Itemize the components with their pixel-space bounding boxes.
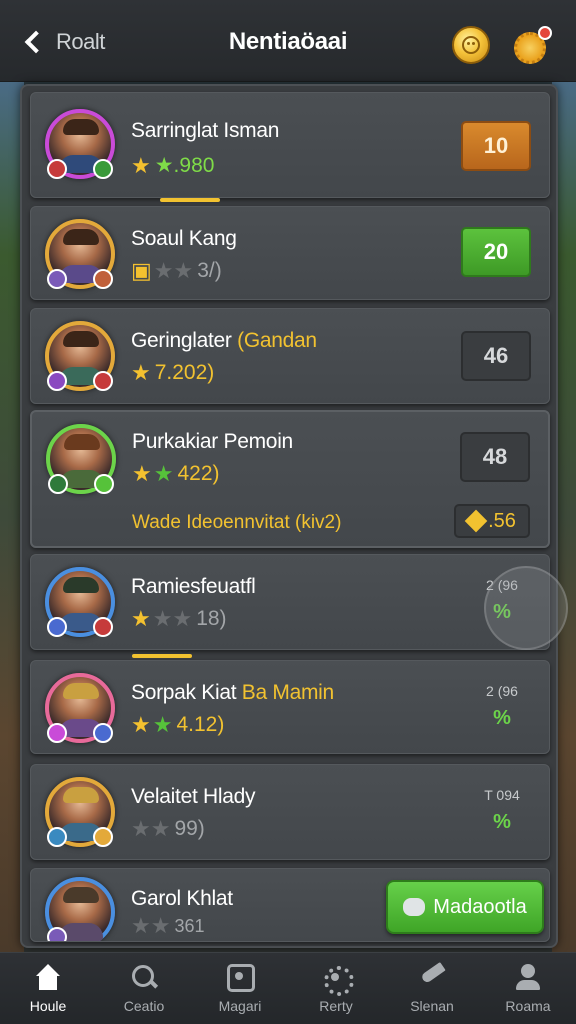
player-name: Velaitet Hlady bbox=[131, 785, 256, 808]
player-rating: ★ ★★ 18) bbox=[131, 606, 227, 631]
avatar bbox=[45, 321, 115, 391]
star-icon: ★ bbox=[131, 152, 151, 178]
nav-social[interactable]: Slenan bbox=[384, 953, 480, 1024]
player-detail: Wade Ideoennvitat (kiv2) bbox=[132, 512, 342, 533]
star-icon: ★ bbox=[153, 461, 174, 486]
party-icon bbox=[321, 964, 354, 996]
player-rating: ★ ★.980 bbox=[131, 152, 215, 178]
star-icon: ★★ bbox=[153, 258, 194, 283]
nav-party[interactable]: Rerty bbox=[288, 953, 384, 1024]
coin-icon[interactable] bbox=[452, 26, 490, 64]
nav-home[interactable]: Houle bbox=[0, 953, 96, 1024]
player-name: Purkakiar Pemoin bbox=[132, 430, 293, 453]
avatar bbox=[45, 877, 115, 941]
floating-scroll-handle[interactable] bbox=[484, 566, 568, 650]
nav-match[interactable]: Magari bbox=[192, 953, 288, 1024]
player-name: Sorpak Kiat Ba Mamin bbox=[131, 681, 334, 704]
rank-badge-icon bbox=[47, 269, 67, 289]
gem-icon bbox=[464, 509, 488, 533]
top-bar: Roalt Nentiaöaai bbox=[0, 0, 576, 82]
score-badge[interactable]: 46 bbox=[461, 331, 531, 381]
score-badge[interactable]: 10 bbox=[461, 121, 531, 171]
home-icon bbox=[33, 963, 63, 992]
list-item[interactable]: Sarringlat Isman ★ ★.980 10 bbox=[30, 92, 550, 198]
avatar bbox=[45, 673, 115, 743]
status-badge-icon bbox=[94, 474, 114, 494]
player-list: Sarringlat Isman ★ ★.980 10 Soaul Kang ▣… bbox=[20, 84, 558, 948]
player-name: Garol Khlat bbox=[131, 887, 233, 910]
star-icon: ★★ bbox=[131, 913, 171, 938]
player-name: Ramiesfeuatfl bbox=[131, 575, 256, 598]
list-item[interactable]: Soaul Kang ▣ ★★ 3/) 20 bbox=[30, 206, 550, 300]
chest-icon: ▣ bbox=[131, 258, 152, 283]
side-stat: T 094% bbox=[484, 787, 520, 833]
avatar bbox=[45, 109, 115, 179]
search-icon bbox=[129, 964, 159, 992]
player-rating: ▣ ★★ 3/) bbox=[131, 258, 222, 283]
player-rating: ★ 7.202) bbox=[131, 360, 215, 385]
avatar bbox=[45, 777, 115, 847]
player-rating: ★★ 361 bbox=[131, 913, 205, 938]
list-item-expanded[interactable]: Purkakiar Pemoin ★ ★ 422) 48 Wade Ideoen… bbox=[30, 410, 550, 548]
star-icon: ★ bbox=[152, 712, 173, 737]
star-icon: ★★ bbox=[131, 816, 171, 841]
status-badge-icon bbox=[93, 269, 113, 289]
profile-icon bbox=[513, 963, 543, 992]
nav-search[interactable]: Ceatio bbox=[96, 953, 192, 1024]
rank-badge-icon bbox=[47, 617, 67, 637]
star-icon: ★ bbox=[132, 461, 152, 486]
chat-icon bbox=[403, 898, 426, 916]
gem-reward[interactable]: .56 bbox=[454, 504, 530, 538]
rank-badge-icon bbox=[47, 827, 67, 847]
selection-indicator bbox=[132, 654, 192, 658]
list-item[interactable]: Sorpak Kiat Ba Mamin ★ ★ 4.12) 2 (96% bbox=[30, 660, 550, 754]
score-badge[interactable]: 48 bbox=[460, 432, 530, 482]
status-badge-icon bbox=[93, 723, 113, 743]
message-button[interactable]: Madaootla bbox=[386, 880, 544, 934]
settings-icon[interactable] bbox=[512, 26, 552, 66]
rank-badge-icon bbox=[47, 159, 67, 179]
status-badge-icon bbox=[93, 371, 113, 391]
rank-badge-icon bbox=[48, 474, 68, 494]
avatar bbox=[45, 567, 115, 637]
score-badge[interactable]: 20 bbox=[461, 227, 531, 277]
list-item[interactable]: Geringlater (Gandan ★ 7.202) 46 bbox=[30, 308, 550, 404]
player-name: Geringlater (Gandan bbox=[131, 329, 317, 352]
star-icon: ★ bbox=[131, 360, 151, 385]
star-icon: ★★ bbox=[152, 606, 193, 631]
nav-profile[interactable]: Roama bbox=[480, 953, 576, 1024]
status-badge-icon bbox=[93, 827, 113, 847]
side-stat: 2 (96% bbox=[486, 683, 518, 729]
player-rating: ★ ★ 4.12) bbox=[131, 712, 225, 737]
avatar bbox=[46, 424, 116, 494]
star-icon: ★ bbox=[131, 606, 151, 631]
player-name: Sarringlat Isman bbox=[131, 119, 280, 142]
list-item[interactable]: Velaitet Hlady ★★ 99) T 094% bbox=[30, 764, 550, 860]
rank-badge-icon bbox=[47, 723, 67, 743]
notification-dot bbox=[538, 26, 552, 40]
player-rating: ★ ★ 422) bbox=[132, 461, 220, 486]
status-badge-icon bbox=[93, 617, 113, 637]
match-icon bbox=[225, 963, 255, 992]
status-badge-icon bbox=[93, 159, 113, 179]
social-icon bbox=[417, 964, 447, 992]
star-icon: ★ bbox=[131, 712, 151, 737]
avatar bbox=[45, 219, 115, 289]
rank-badge-icon bbox=[47, 371, 67, 391]
bottom-nav: Houle Ceatio Magari Rerty Slenan Roama bbox=[0, 952, 576, 1024]
list-item[interactable]: Ramiesfeuatfl ★ ★★ 18) 2 (96% bbox=[30, 554, 550, 650]
player-rating: ★★ 99) bbox=[131, 816, 205, 841]
rank-badge-icon bbox=[47, 927, 67, 941]
player-name: Soaul Kang bbox=[131, 227, 237, 250]
selection-indicator bbox=[160, 198, 220, 202]
